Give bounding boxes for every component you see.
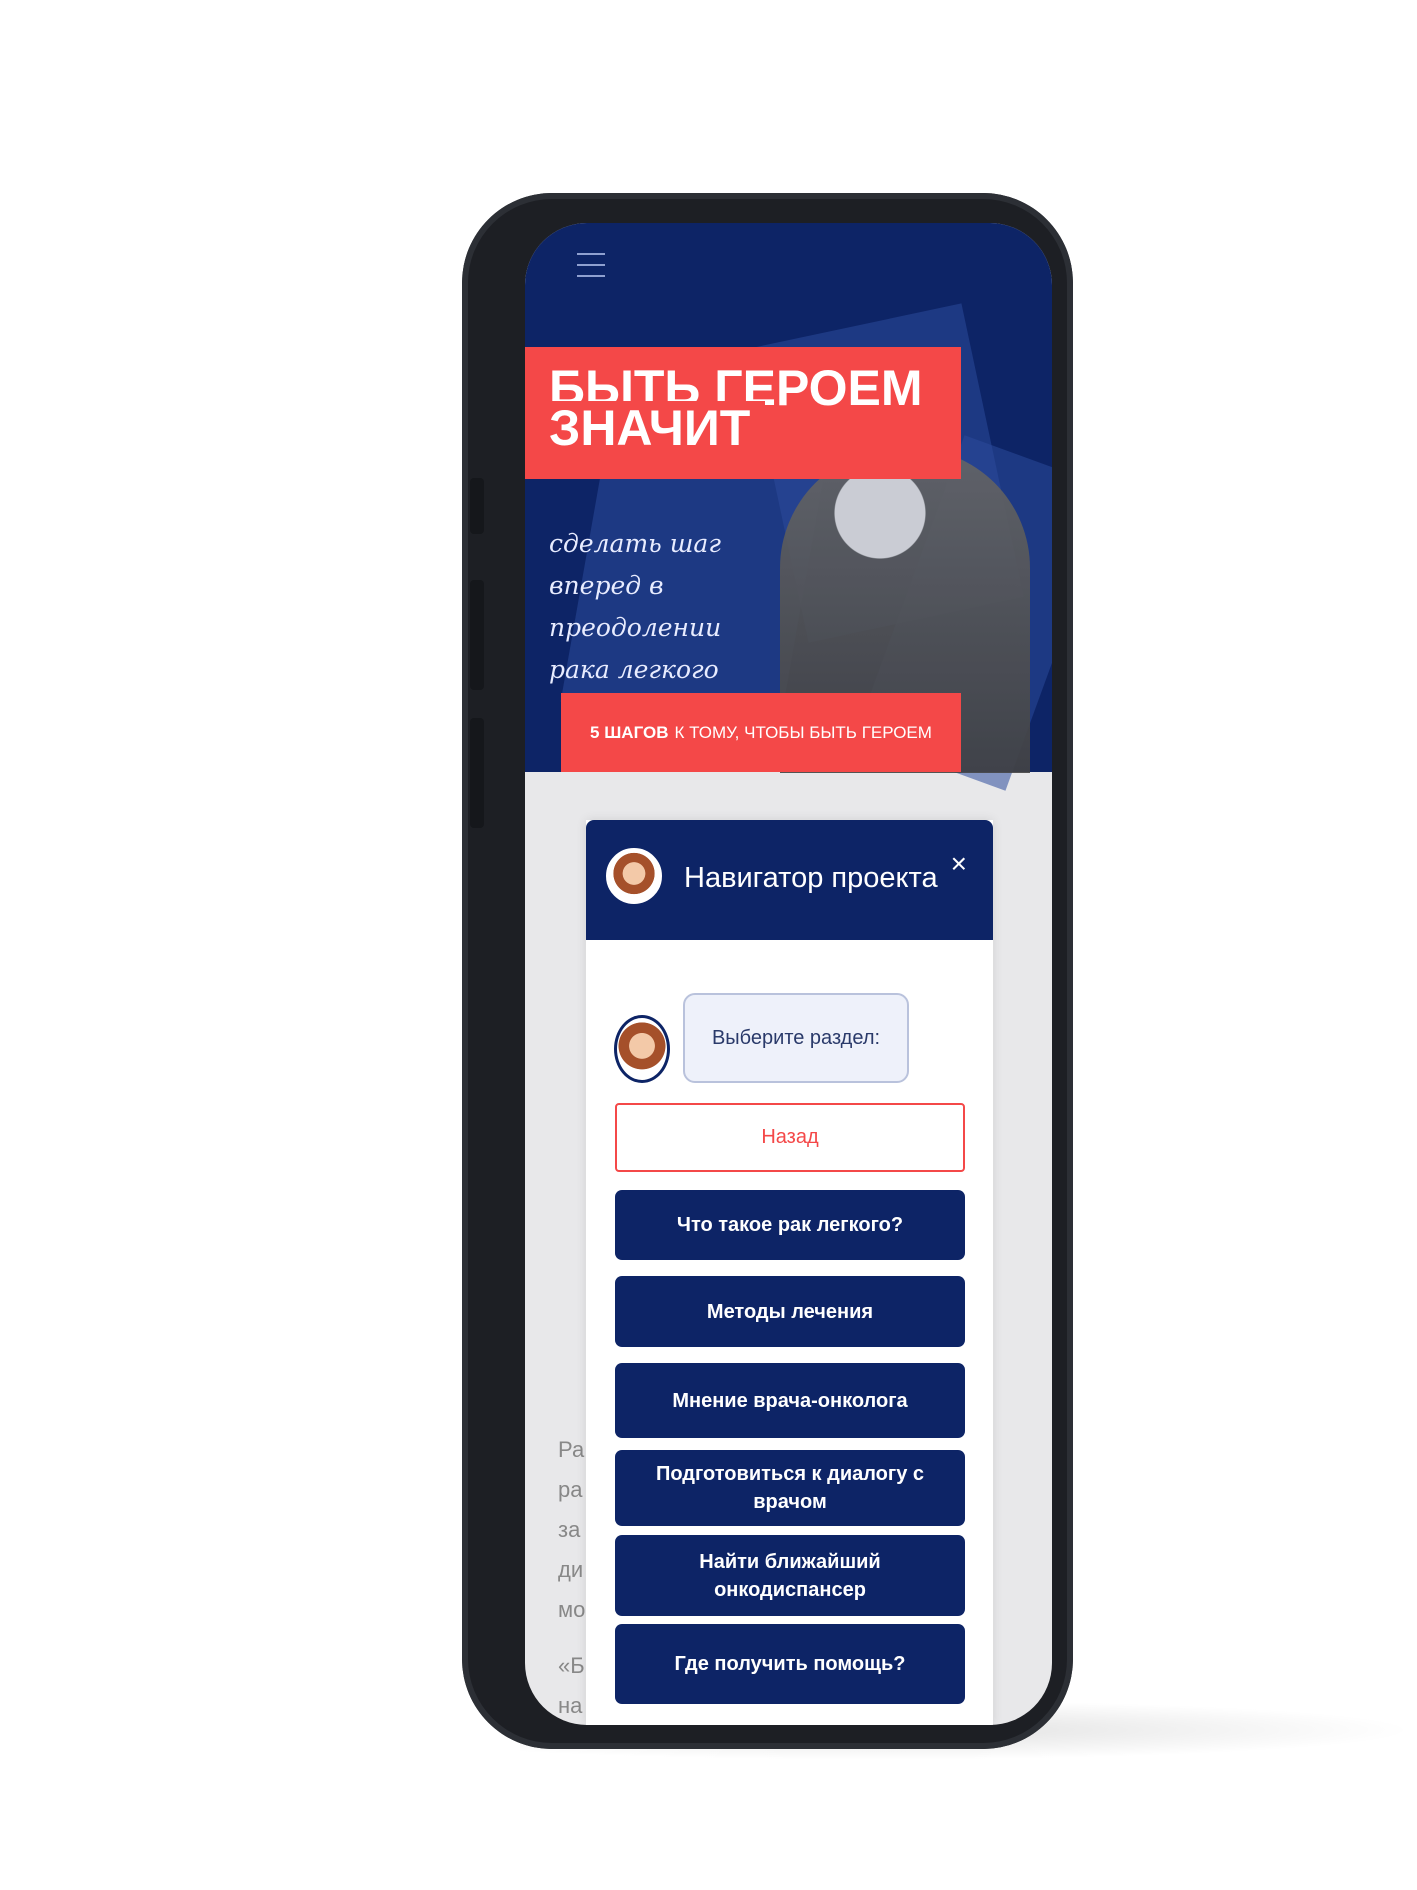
- bot-message: Выберите раздел:: [683, 993, 909, 1083]
- option-prepare-dialogue[interactable]: Подготовиться к диалогу с врачом: [615, 1450, 965, 1526]
- chat-widget: Навигатор проекта × Выберите раздел: Наз…: [586, 820, 993, 1725]
- hero-title-line2: ЗНАЧИТ: [525, 401, 765, 465]
- chat-title: Навигатор проекта: [684, 862, 938, 894]
- steps-link[interactable]: 5 ШАГОВ К ТОМУ, ЧТОБЫ БЫТЬ ГЕРОЕМ: [561, 693, 961, 772]
- body-text-fragment: мо: [558, 1597, 586, 1622]
- phone-volume-up-button: [470, 580, 484, 690]
- phone-volume-down-button: [470, 718, 484, 828]
- phone-mute-button: [470, 478, 484, 534]
- option-oncologist-opinion[interactable]: Мнение врача-онколога: [615, 1363, 965, 1438]
- chat-header: Навигатор проекта ×: [586, 820, 993, 940]
- hero-subtitle: сделать шаг вперед в преодолении рака ле…: [549, 529, 722, 684]
- option-find-dispensary[interactable]: Найти ближайший онкодиспансер: [615, 1535, 965, 1616]
- navigator-avatar: [606, 848, 662, 904]
- steps-bold: 5 ШАГОВ: [590, 722, 669, 742]
- menu-icon[interactable]: [577, 253, 605, 277]
- steps-text: К ТОМУ, ЧТОБЫ БЫТЬ ГЕРОЕМ: [674, 722, 932, 742]
- body-text-fragment: на: [558, 1693, 583, 1718]
- body-text-fragment: за: [558, 1517, 581, 1542]
- option-treatment-methods[interactable]: Методы лечения: [615, 1276, 965, 1347]
- body-text-fragment: ди: [558, 1557, 584, 1582]
- close-icon[interactable]: ×: [951, 848, 967, 880]
- bot-avatar: [614, 1015, 670, 1083]
- body-text-fragment: «Б: [558, 1653, 585, 1678]
- body-text-fragment: Ра: [558, 1437, 585, 1462]
- body-text-fragment: ра: [558, 1477, 583, 1502]
- back-button[interactable]: Назад: [615, 1103, 965, 1172]
- option-get-help[interactable]: Где получить помощь?: [615, 1624, 965, 1704]
- option-what-is-lung-cancer[interactable]: Что такое рак легкого?: [615, 1190, 965, 1260]
- hero-banner: БЫТЬ ГЕРОЕМ — ЗНАЧИТ сделать шаг вперед …: [525, 223, 1052, 791]
- phone-screen: БЫТЬ ГЕРОЕМ — ЗНАЧИТ сделать шаг вперед …: [525, 223, 1052, 1725]
